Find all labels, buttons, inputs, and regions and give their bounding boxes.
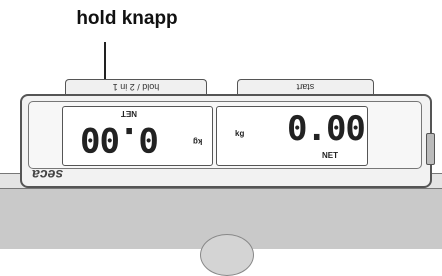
- callout-title: hold knapp: [76, 8, 178, 29]
- seca-logo: seca: [32, 167, 64, 183]
- start-button-label: start: [296, 82, 315, 92]
- rear-display: NET 0.00 kg: [62, 106, 213, 166]
- front-unit-label: kg: [235, 129, 245, 138]
- hold-button-label: hold / 2 in 1: [112, 82, 160, 92]
- platform-knob: [200, 234, 254, 276]
- front-display: kg 0.00 NET: [216, 106, 368, 166]
- rear-weight-value: 0.00: [81, 119, 159, 159]
- front-net-label: NET: [322, 151, 338, 160]
- side-button[interactable]: [426, 133, 435, 165]
- front-weight-value: 0.00: [287, 109, 366, 149]
- rear-net-label: NET: [121, 109, 137, 118]
- rear-unit-label: kg: [193, 137, 203, 146]
